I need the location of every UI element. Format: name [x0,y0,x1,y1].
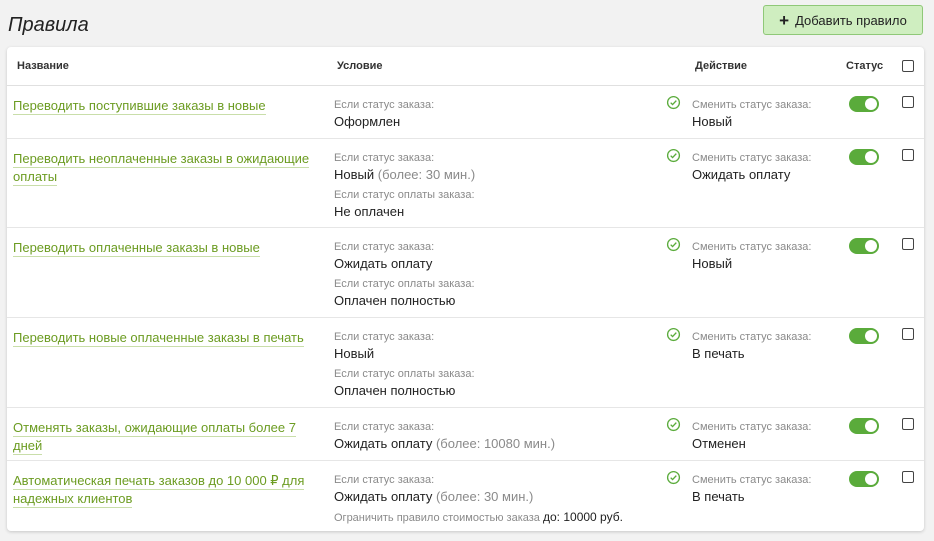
table-row: Отменять заказы, ожидающие оплаты более … [7,408,924,461]
status-toggle[interactable] [849,238,879,254]
condition-payment-status: Не оплачен [334,204,405,219]
condition-order-status: Ожидать оплату [334,256,433,271]
rules-table: Название Условие Действие Статус Перевод… [7,47,924,531]
rule-action: Сменить статус заказа: В печать [692,329,832,366]
rule-action: Сменить статус заказа: Отменен [692,419,832,456]
condition-label: Если статус заказа: [334,99,435,111]
status-toggle[interactable] [849,149,879,165]
table-row: Автоматическая печать заказов до 10 000 … [7,461,924,531]
condition-label: Если статус заказа: [334,331,435,343]
rule-name-link[interactable]: Переводить неоплаченные заказы в ожидающ… [13,150,323,186]
condition-payment-status: Оплачен полностью [334,383,456,398]
status-toggle[interactable] [849,418,879,434]
action-label: Сменить статус заказа: [692,241,812,253]
status-toggle[interactable] [849,328,879,344]
action-value: Новый [692,114,733,129]
action-label: Сменить статус заказа: [692,331,812,343]
row-checkbox[interactable] [902,418,914,430]
condition-order-status: Ожидать оплату (более: 10080 мин.) [334,436,556,451]
status-toggle[interactable] [849,96,879,112]
table-row: Переводить оплаченные заказы в новые Есл… [7,228,924,318]
action-value: В печать [692,489,745,504]
price-limit: Ограничить правило стоимостью заказа до:… [334,510,623,524]
column-header-action: Действие [695,60,747,72]
condition-label: Если статус заказа: [334,474,435,486]
check-circle-icon [666,417,681,432]
column-header-condition: Условие [337,60,383,72]
check-circle-icon [666,237,681,252]
add-rule-button-label: Добавить правило [795,12,907,28]
condition-label: Если статус заказа: [334,241,435,253]
condition-label: Если статус оплаты заказа: [334,189,475,201]
condition-label: Если статус заказа: [334,152,435,164]
rule-condition: Если статус заказа: Ожидать оплату Если … [334,239,664,313]
check-circle-icon [666,148,681,163]
rule-name-link[interactable]: Переводить новые оплаченные заказы в печ… [13,329,323,347]
table-row: Переводить новые оплаченные заказы в печ… [7,318,924,408]
condition-order-status: Новый (более: 30 мин.) [334,167,476,182]
rule-condition: Если статус заказа: Ожидать оплату (боле… [334,472,664,526]
action-value: Ожидать оплату [692,167,791,182]
row-checkbox[interactable] [902,96,914,108]
check-circle-icon [666,470,681,485]
action-label: Сменить статус заказа: [692,421,812,433]
status-toggle[interactable] [849,471,879,487]
condition-label: Если статус заказа: [334,421,435,433]
condition-label: Если статус оплаты заказа: [334,368,475,380]
rule-action: Сменить статус заказа: В печать [692,472,832,509]
rule-action: Сменить статус заказа: Новый [692,239,832,276]
rule-name-link[interactable]: Автоматическая печать заказов до 10 000 … [13,472,323,508]
rule-name-link[interactable]: Переводить поступившие заказы в новые [13,97,323,115]
action-value: В печать [692,346,745,361]
condition-order-status: Ожидать оплату (более: 30 мин.) [334,489,534,504]
column-header-status: Статус [846,60,884,72]
rule-name-link[interactable]: Отменять заказы, ожидающие оплаты более … [13,419,323,455]
action-label: Сменить статус заказа: [692,152,812,164]
row-checkbox[interactable] [902,328,914,340]
row-checkbox[interactable] [902,149,914,161]
condition-label: Если статус оплаты заказа: [334,278,475,290]
action-label: Сменить статус заказа: [692,99,812,111]
rule-name-link[interactable]: Переводить оплаченные заказы в новые [13,239,323,257]
table-row: Переводить неоплаченные заказы в ожидающ… [7,139,924,228]
column-header-name: Название [17,60,69,72]
table-header: Название Условие Действие Статус [7,47,924,86]
check-circle-icon [666,95,681,110]
rule-condition: Если статус заказа: Ожидать оплату (боле… [334,419,664,456]
condition-payment-status: Оплачен полностью [334,293,456,308]
rule-condition: Если статус заказа: Оформлен [334,97,664,134]
rule-action: Сменить статус заказа: Новый [692,97,832,134]
page-title: Правила [8,14,89,36]
add-rule-button[interactable]: + Добавить правило [763,5,923,35]
plus-icon: + [779,10,790,30]
condition-order-status: Оформлен [334,114,401,129]
action-label: Сменить статус заказа: [692,474,812,486]
rule-condition: Если статус заказа: Новый (более: 30 мин… [334,150,664,224]
action-value: Отменен [692,436,746,451]
check-circle-icon [666,327,681,342]
rule-condition: Если статус заказа: Новый Если статус оп… [334,329,664,403]
condition-order-status: Новый [334,346,375,361]
table-row: Переводить поступившие заказы в новые Ес… [7,86,924,139]
action-value: Новый [692,256,733,271]
rule-action: Сменить статус заказа: Ожидать оплату [692,150,832,187]
row-checkbox[interactable] [902,471,914,483]
select-all-checkbox[interactable] [902,60,914,72]
row-checkbox[interactable] [902,238,914,250]
